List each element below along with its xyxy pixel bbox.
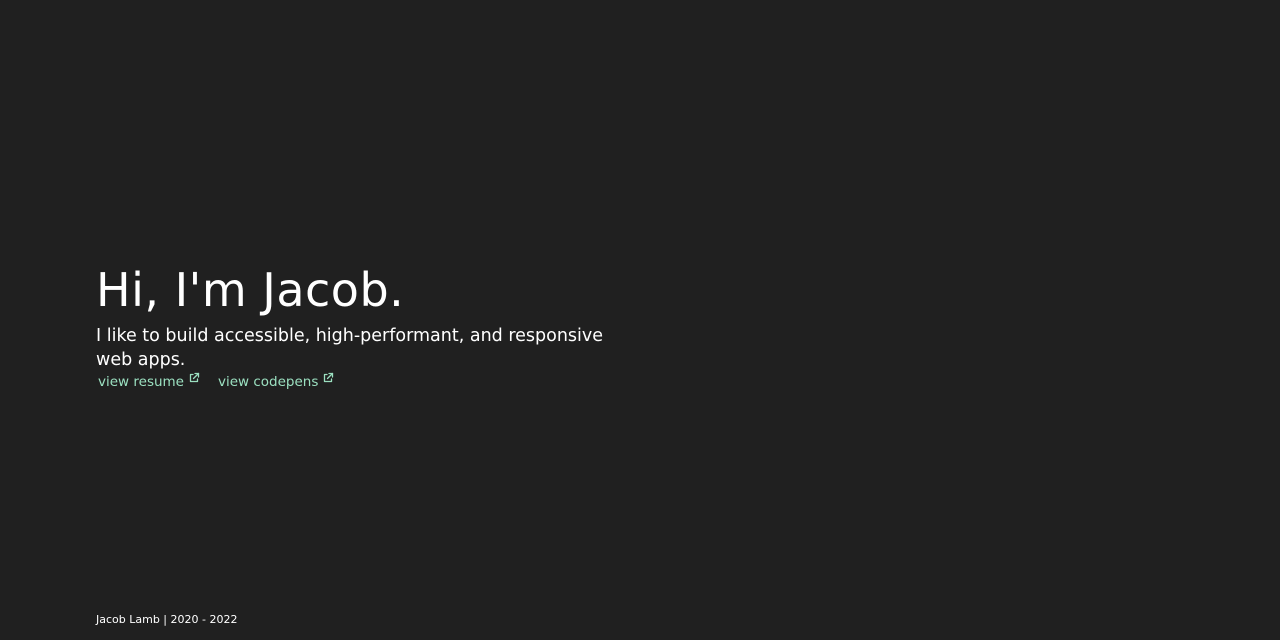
hero-section: Hi, I'm Jacob. I like to build accessibl… [96,262,656,392]
external-link-icon [322,372,334,384]
hero-links: view resume view codepens [96,372,656,392]
page-title: Hi, I'm Jacob. [96,263,405,317]
hero-subtitle: I like to build accessible, high-perform… [96,326,604,370]
view-resume-link[interactable]: view resume [98,372,200,392]
external-link-icon [188,372,200,384]
view-codepens-link[interactable]: view codepens [218,372,334,392]
view-resume-label: view resume [98,374,184,390]
view-codepens-label: view codepens [217,374,319,390]
footer: Jacob Lamb | 2020 - 2022 [96,612,237,628]
footer-text: Jacob Lamb | 2020 - 2022 [96,613,238,626]
